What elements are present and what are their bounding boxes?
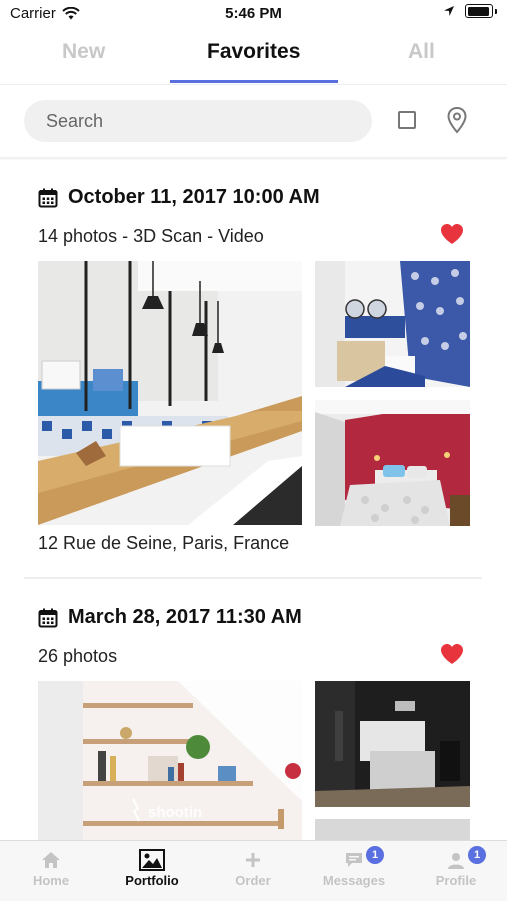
listing-photo-bathroom[interactable] bbox=[315, 261, 470, 387]
location-arrow-icon bbox=[444, 6, 454, 16]
checkbox-square-icon[interactable] bbox=[398, 111, 416, 129]
date-row: March 28, 2017 11:30 AM bbox=[38, 606, 302, 629]
tabbar-label: Messages bbox=[322, 873, 386, 888]
tabbar-label: Home bbox=[32, 873, 70, 888]
calendar-icon bbox=[38, 188, 58, 207]
tabbar-label: Profile bbox=[435, 873, 477, 888]
plus-icon bbox=[246, 853, 260, 867]
heart-icon[interactable] bbox=[440, 643, 464, 665]
card-divider bbox=[24, 577, 482, 579]
tab-favorites[interactable]: Favorites bbox=[207, 40, 300, 64]
listing-photo-dark-kitchen[interactable] bbox=[315, 681, 470, 807]
status-bar: Carrier 5:46 PM bbox=[0, 0, 507, 28]
map-pin-icon[interactable] bbox=[446, 106, 468, 134]
search-row bbox=[0, 98, 507, 144]
tabbar-item-home[interactable]: Home bbox=[11, 847, 91, 888]
search-input[interactable] bbox=[24, 100, 372, 142]
listing-photo-bedroom[interactable] bbox=[315, 400, 470, 526]
listing-address: 12 Rue de Seine, Paris, France bbox=[38, 533, 290, 553]
battery-tip bbox=[495, 8, 497, 14]
tab-all[interactable]: All bbox=[408, 40, 435, 64]
messages-badge: 1 bbox=[366, 846, 384, 864]
tabbar-item-portfolio[interactable]: Portfolio bbox=[112, 847, 192, 888]
profile-badge: 1 bbox=[468, 846, 486, 864]
status-right bbox=[443, 4, 497, 18]
listing-info: 14 photos - 3D Scan - Video bbox=[38, 226, 264, 246]
chat-icon bbox=[346, 853, 362, 867]
tab-new[interactable]: New bbox=[62, 40, 105, 64]
home-icon bbox=[42, 852, 60, 868]
tabbar-item-profile[interactable]: Profile 1 bbox=[416, 846, 496, 888]
tabbar-label: Portfolio bbox=[125, 873, 179, 888]
user-icon bbox=[448, 852, 464, 869]
calendar-icon bbox=[38, 608, 58, 627]
listing-card[interactable]: October 11, 2017 10:00 AM 14 photos - 3D… bbox=[0, 160, 507, 580]
segment-tabs: New Favorites All bbox=[0, 28, 507, 85]
battery-icon bbox=[465, 4, 493, 18]
tabbar-item-messages[interactable]: Messages 1 bbox=[314, 846, 394, 888]
listing-photo-shelves[interactable]: shootin bbox=[38, 681, 302, 841]
tabbar-item-order[interactable]: Order bbox=[213, 847, 293, 888]
listing-date: October 11, 2017 10:00 AM bbox=[68, 186, 320, 208]
date-row: October 11, 2017 10:00 AM bbox=[38, 186, 320, 209]
listing-photo-partial[interactable] bbox=[315, 819, 470, 841]
listing-card[interactable]: March 28, 2017 11:30 AM 26 photos shooti… bbox=[0, 580, 507, 841]
clock: 5:46 PM bbox=[225, 5, 282, 22]
bottom-tab-bar: Home Portfolio Order Messages 1 Profile … bbox=[0, 840, 507, 901]
heart-icon[interactable] bbox=[440, 223, 464, 245]
listing-info: 26 photos bbox=[38, 646, 118, 666]
listing-photo-main[interactable] bbox=[38, 261, 302, 525]
active-tab-indicator bbox=[170, 80, 338, 83]
tabbar-label: Order bbox=[235, 873, 271, 888]
image-icon bbox=[139, 849, 165, 871]
watermark-logo: shootin bbox=[148, 804, 202, 821]
listing-date: March 28, 2017 11:30 AM bbox=[68, 606, 302, 628]
